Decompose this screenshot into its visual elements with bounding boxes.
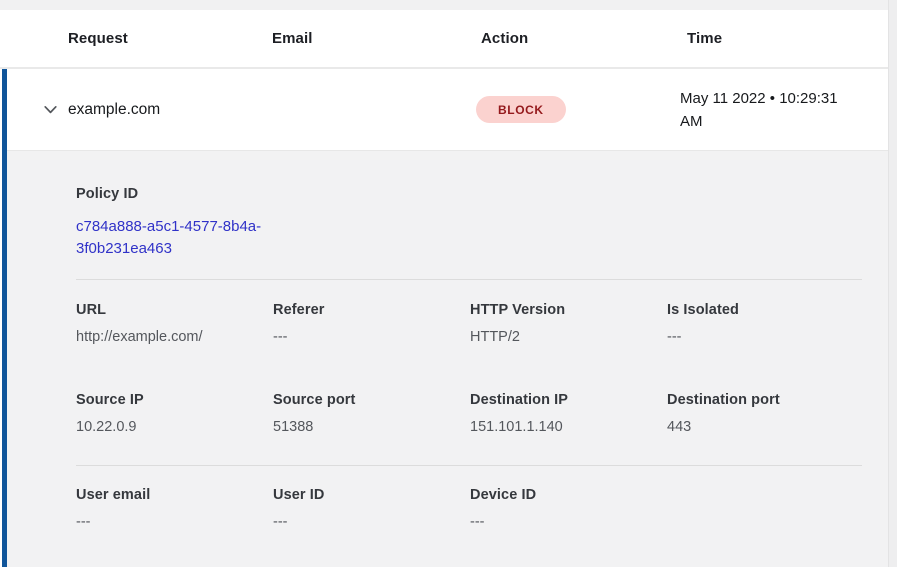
destination-ip-value: 151.101.1.140 bbox=[470, 417, 667, 438]
referer-field: Referer --- bbox=[273, 302, 470, 348]
url-field: URL http://example.com/ bbox=[76, 302, 273, 348]
action-cell: BLOCK bbox=[474, 96, 680, 123]
is-isolated-value: --- bbox=[667, 327, 864, 348]
http-version-value: HTTP/2 bbox=[470, 327, 667, 348]
log-table-card: Request Email Action Time example.com BL… bbox=[0, 10, 889, 567]
policy-id-link[interactable]: c784a888-a5c1-4577-8b4a-3f0b231ea463 bbox=[76, 216, 281, 259]
source-port-value: 51388 bbox=[273, 417, 470, 438]
is-isolated-label: Is Isolated bbox=[667, 302, 864, 318]
user-email-label: User email bbox=[76, 487, 273, 503]
chevron-down-icon[interactable] bbox=[41, 101, 59, 119]
destination-ip-label: Destination IP bbox=[470, 392, 667, 408]
destination-ip-field: Destination IP 151.101.1.140 bbox=[470, 392, 667, 438]
user-email-field: User email --- bbox=[76, 487, 273, 533]
detail-row-user: User email --- User ID --- Device ID --- bbox=[76, 487, 862, 533]
device-id-label: Device ID bbox=[470, 487, 667, 503]
detail-row-http: URL http://example.com/ Referer --- HTTP… bbox=[76, 302, 862, 348]
user-id-value: --- bbox=[273, 512, 470, 533]
user-id-label: User ID bbox=[273, 487, 470, 503]
source-ip-field: Source IP 10.22.0.9 bbox=[76, 392, 273, 438]
column-header-time: Time bbox=[687, 30, 889, 47]
column-header-email: Email bbox=[272, 30, 481, 47]
source-ip-label: Source IP bbox=[76, 392, 273, 408]
destination-port-value: 443 bbox=[667, 417, 864, 438]
source-port-field: Source port 51388 bbox=[273, 392, 470, 438]
log-detail-page: Request Email Action Time example.com BL… bbox=[0, 0, 897, 567]
device-id-value: --- bbox=[470, 512, 667, 533]
is-isolated-field: Is Isolated --- bbox=[667, 302, 864, 348]
policy-id-label: Policy ID bbox=[76, 186, 862, 202]
detail-panel: Policy ID c784a888-a5c1-4577-8b4a-3f0b23… bbox=[7, 150, 889, 567]
http-version-field: HTTP Version HTTP/2 bbox=[470, 302, 667, 348]
destination-port-field: Destination port 443 bbox=[667, 392, 864, 438]
http-version-label: HTTP Version bbox=[470, 302, 667, 318]
status-badge: BLOCK bbox=[476, 96, 566, 123]
table-row[interactable]: example.com BLOCK May 11 2022 • 10:29:31… bbox=[7, 69, 889, 150]
url-value: http://example.com/ bbox=[76, 327, 273, 348]
referer-value: --- bbox=[273, 327, 470, 348]
time-cell: May 11 2022 • 10:29:31 AM bbox=[680, 87, 856, 133]
column-header-request: Request bbox=[68, 30, 272, 47]
policy-id-field: Policy ID c784a888-a5c1-4577-8b4a-3f0b23… bbox=[76, 186, 862, 259]
referer-label: Referer bbox=[273, 302, 470, 318]
empty-cell bbox=[667, 487, 864, 533]
page-background-strip bbox=[888, 0, 897, 567]
source-port-label: Source port bbox=[273, 392, 470, 408]
request-cell: example.com bbox=[68, 101, 265, 119]
expanded-log-entry: example.com BLOCK May 11 2022 • 10:29:31… bbox=[2, 69, 889, 567]
source-ip-value: 10.22.0.9 bbox=[76, 417, 273, 438]
column-header-action: Action bbox=[481, 30, 687, 47]
divider bbox=[76, 465, 862, 466]
user-email-value: --- bbox=[76, 512, 273, 533]
detail-row-network: Source IP 10.22.0.9 Source port 51388 De… bbox=[76, 392, 862, 438]
user-id-field: User ID --- bbox=[273, 487, 470, 533]
url-label: URL bbox=[76, 302, 273, 318]
table-header-row: Request Email Action Time bbox=[0, 10, 889, 69]
destination-port-label: Destination port bbox=[667, 392, 864, 408]
divider bbox=[76, 279, 862, 280]
device-id-field: Device ID --- bbox=[470, 487, 667, 533]
